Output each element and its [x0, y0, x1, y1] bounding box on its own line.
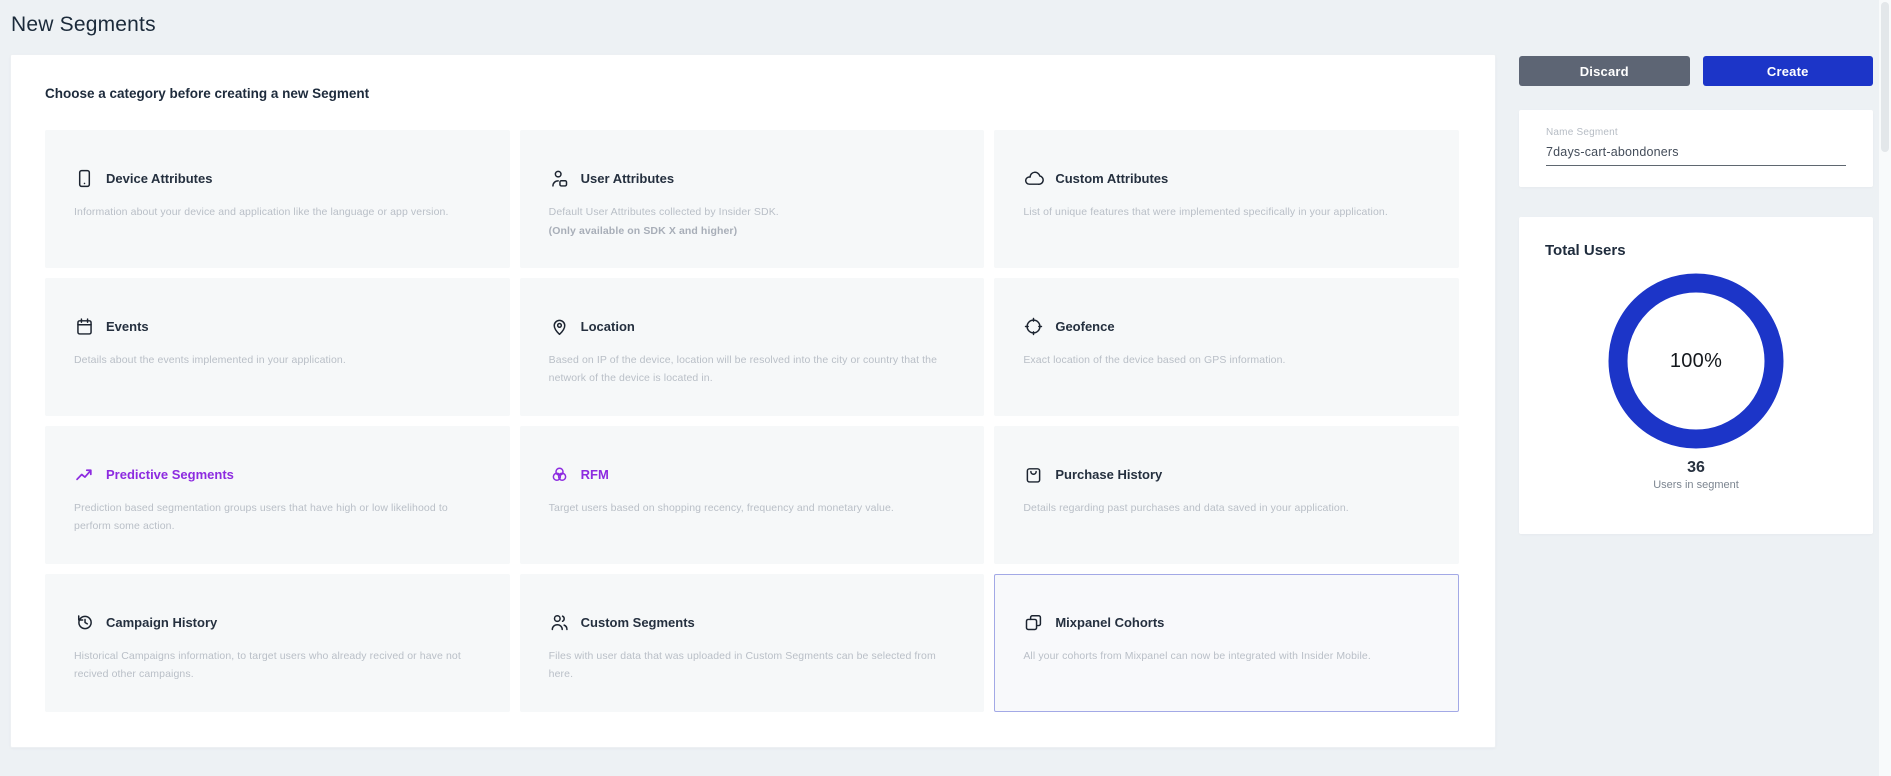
users-caption: Users in segment [1545, 479, 1847, 491]
category-card-user-attributes[interactable]: User Attributes Default User Attributes … [520, 130, 985, 268]
cloud-icon [1023, 168, 1044, 189]
category-description: Files with user data that was uploaded i… [549, 647, 962, 683]
calendar-icon [74, 316, 95, 337]
category-description-note: (Only available on SDK X and higher) [549, 222, 962, 240]
discard-button[interactable]: Discard [1519, 56, 1690, 86]
device-icon [74, 168, 95, 189]
category-card-custom-segments[interactable]: Custom Segments Files with user data tha… [520, 574, 985, 712]
category-card-device-attributes[interactable]: Device Attributes Information about your… [45, 130, 510, 268]
category-card-geofence[interactable]: Geofence Exact location of the device ba… [994, 278, 1459, 416]
scrollbar-track[interactable] [1879, 0, 1891, 776]
category-description: Based on IP of the device, location will… [549, 351, 962, 387]
category-title: Device Attributes [106, 171, 212, 186]
name-segment-card: Name Segment [1519, 110, 1873, 187]
geofence-icon [1023, 316, 1044, 337]
total-users-card: Total Users 100% 36 Users in segment [1519, 217, 1873, 534]
venn-icon [549, 464, 570, 485]
category-card-campaign-history[interactable]: Campaign History Historical Campaigns in… [45, 574, 510, 712]
category-title: Custom Attributes [1055, 171, 1168, 186]
create-button[interactable]: Create [1703, 56, 1874, 86]
category-description: All your cohorts from Mixpanel can now b… [1023, 647, 1436, 665]
category-description: Exact location of the device based on GP… [1023, 351, 1436, 369]
category-card-predictive-segments[interactable]: Predictive Segments Prediction based seg… [45, 426, 510, 564]
category-card-purchase-history[interactable]: Purchase History Details regarding past … [994, 426, 1459, 564]
category-card-mixpanel-cohorts[interactable]: Mixpanel Cohorts All your cohorts from M… [994, 574, 1459, 712]
sidebar: Discard Create Name Segment Total Users … [1519, 56, 1873, 534]
category-title: Mixpanel Cohorts [1055, 615, 1164, 630]
name-segment-label: Name Segment [1546, 127, 1846, 138]
history-icon [74, 612, 95, 633]
users-icon [549, 612, 570, 633]
category-title: Events [106, 319, 149, 334]
overlap-squares-icon [1023, 612, 1044, 633]
category-description: Details regarding past purchases and dat… [1023, 499, 1436, 517]
category-title: User Attributes [581, 171, 674, 186]
category-description: Target users based on shopping recency, … [549, 499, 962, 517]
category-title: Custom Segments [581, 615, 695, 630]
category-title: RFM [581, 467, 609, 482]
category-grid: Device Attributes Information about your… [45, 130, 1459, 712]
category-description: List of unique features that were implem… [1023, 203, 1436, 221]
category-panel: Choose a category before creating a new … [10, 54, 1496, 748]
category-description: Prediction based segmentation groups use… [74, 499, 487, 535]
category-card-custom-attributes[interactable]: Custom Attributes List of unique feature… [994, 130, 1459, 268]
category-title: Predictive Segments [106, 467, 234, 482]
category-card-events[interactable]: Events Details about the events implemen… [45, 278, 510, 416]
category-title: Campaign History [106, 615, 217, 630]
donut-percent-label: 100% [1607, 272, 1785, 450]
category-description: Historical Campaigns information, to tar… [74, 647, 487, 683]
trend-up-icon [74, 464, 95, 485]
category-title: Location [581, 319, 635, 334]
user-id-icon [549, 168, 570, 189]
category-description: Details about the events implemented in … [74, 351, 487, 369]
scrollbar-thumb[interactable] [1881, 2, 1889, 152]
category-card-location[interactable]: Location Based on IP of the device, loca… [520, 278, 985, 416]
total-users-title: Total Users [1545, 242, 1847, 259]
users-count: 36 [1545, 459, 1847, 477]
bag-icon [1023, 464, 1044, 485]
category-description: Information about your device and applic… [74, 203, 487, 221]
category-title: Purchase History [1055, 467, 1162, 482]
pin-icon [549, 316, 570, 337]
page-title: New Segments [11, 13, 156, 37]
category-description: Default User Attributes collected by Ins… [549, 203, 962, 221]
name-segment-input[interactable] [1546, 145, 1846, 166]
panel-subtitle: Choose a category before creating a new … [45, 86, 1461, 101]
total-users-donut: 100% [1607, 272, 1785, 450]
category-card-rfm[interactable]: RFM Target users based on shopping recen… [520, 426, 985, 564]
category-title: Geofence [1055, 319, 1114, 334]
